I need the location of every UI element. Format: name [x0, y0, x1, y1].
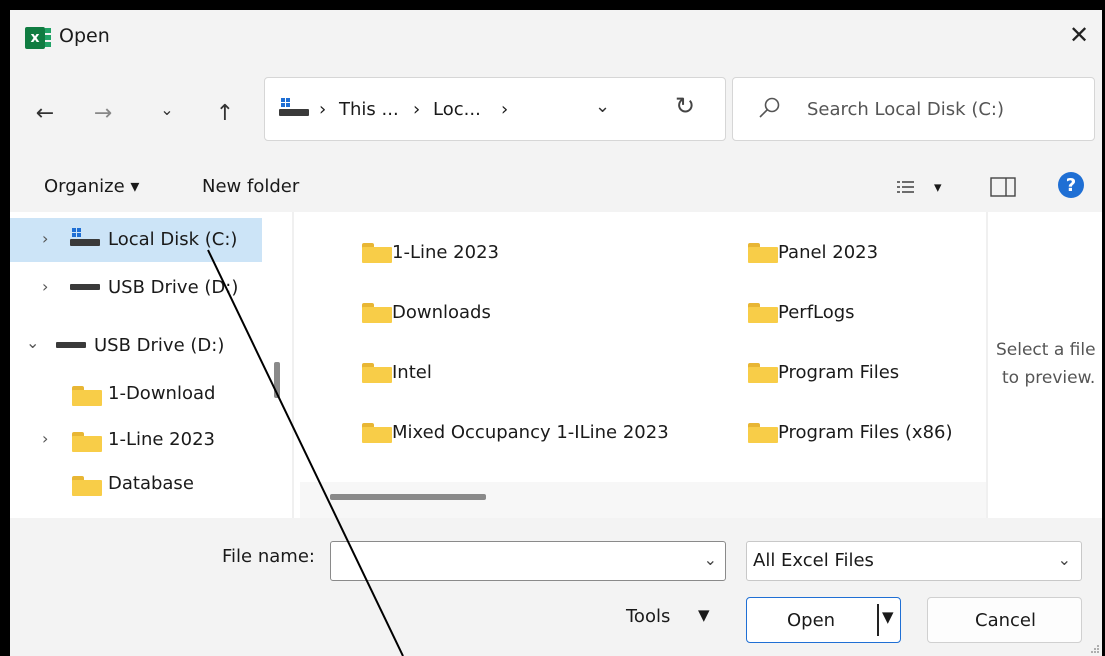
file-name: 1-Line 2023	[392, 242, 499, 263]
chevron-right-icon[interactable]: ›	[42, 277, 48, 296]
cancel-button[interactable]: Cancel	[927, 597, 1082, 643]
sidebar-item-usb-drive-d-expanded[interactable]: ⌄ USB Drive (D:)	[10, 324, 262, 368]
folder-icon	[362, 243, 392, 263]
chevron-down-icon[interactable]: ⌄	[26, 333, 39, 352]
back-button[interactable]: ←	[28, 96, 62, 130]
drive-icon	[70, 284, 100, 290]
drive-icon	[56, 342, 86, 348]
tools-dropdown-icon[interactable]: ▼	[698, 606, 710, 624]
sidebar-item-label: 1-Download	[108, 383, 216, 404]
folder-icon	[362, 303, 392, 323]
folder-icon	[748, 363, 778, 383]
sidebar-item-database[interactable]: Database	[10, 464, 262, 508]
close-button[interactable]: ✕	[1056, 10, 1102, 60]
chevron-right-icon[interactable]: ›	[42, 429, 48, 448]
open-dialog: x Open ✕ ← → ⌄ ↑ › This ... › Loc... › ⌄…	[10, 10, 1102, 656]
folder-icon	[748, 243, 778, 263]
breadcrumb-separator: ›	[413, 99, 421, 120]
breadcrumb-separator: ›	[319, 99, 327, 120]
sidebar-item-label: USB Drive (D:)	[108, 277, 239, 298]
cancel-button-label: Cancel	[975, 610, 1036, 631]
refresh-icon[interactable]: ↻	[675, 92, 695, 120]
chevron-down-icon: ⌄	[160, 99, 174, 119]
file-name: Mixed Occupancy 1-ILine 2023	[392, 422, 669, 443]
breadcrumb-separator: ›	[501, 99, 509, 120]
chevron-down-icon[interactable]: ⌄	[704, 550, 717, 569]
preview-pane-icon[interactable]	[990, 177, 1016, 197]
windows-drive-icon	[70, 228, 100, 246]
forward-button[interactable]: →	[86, 96, 120, 130]
forward-arrow-icon: →	[93, 100, 113, 126]
breadcrumb-local-disk[interactable]: Loc...	[433, 99, 481, 120]
breadcrumb-this-pc[interactable]: This ...	[339, 99, 399, 120]
search-input[interactable]: Search Local Disk (C:)	[807, 99, 1004, 120]
address-bar[interactable]: › This ... › Loc... › ⌄ ↻	[264, 77, 726, 141]
sidebar-scrollbar[interactable]	[274, 362, 280, 398]
back-arrow-icon: ←	[35, 100, 55, 126]
command-bar: Organize ▾ New folder ▾ ?	[10, 162, 1102, 212]
close-icon: ✕	[1068, 21, 1090, 49]
file-name: Program Files (x86)	[778, 422, 953, 443]
folder-icon	[72, 476, 102, 496]
up-arrow-icon: ↑	[215, 100, 235, 126]
file-name: Panel 2023	[778, 242, 879, 263]
folder-icon	[748, 303, 778, 323]
file-name: Downloads	[392, 302, 491, 323]
preview-line-2: to preview.	[1002, 368, 1096, 388]
open-button-label: Open	[787, 610, 836, 631]
sidebar-item-label: Local Disk (C:)	[108, 229, 238, 250]
file-name-input[interactable]	[339, 548, 679, 574]
chevron-right-icon[interactable]: ›	[42, 229, 48, 248]
horizontal-scrollbar[interactable]	[330, 494, 486, 500]
content-area: › Local Disk (C:) › USB Drive (D:) ⌄ USB…	[10, 212, 1102, 518]
file-type-value: All Excel Files	[753, 550, 874, 571]
preview-line-1: Select a file	[996, 340, 1096, 360]
sidebar-item-local-disk-c[interactable]: › Local Disk (C:)	[10, 218, 262, 262]
file-name-combobox[interactable]: ⌄	[330, 541, 726, 581]
folder-icon	[72, 386, 102, 406]
search-box[interactable]: Search Local Disk (C:)	[732, 77, 1095, 141]
horizontal-scroll-track	[300, 482, 986, 518]
help-icon[interactable]: ?	[1058, 172, 1084, 198]
preview-pane: Select a file to preview.	[986, 212, 1102, 518]
address-dropdown-icon[interactable]: ⌄	[595, 96, 610, 117]
open-button[interactable]: Open ▼	[746, 597, 901, 643]
sidebar-item-1-line-2023[interactable]: › 1-Line 2023	[10, 418, 262, 462]
view-options-icon[interactable]	[896, 180, 916, 196]
file-name: PerfLogs	[778, 302, 855, 323]
view-dropdown-icon[interactable]: ▾	[934, 178, 942, 196]
folder-icon	[748, 423, 778, 443]
chevron-down-icon: ⌄	[1057, 550, 1071, 569]
folder-icon	[72, 432, 102, 452]
up-button[interactable]: ↑	[208, 96, 242, 130]
navigation-pane: › Local Disk (C:) › USB Drive (D:) ⌄ USB…	[10, 212, 292, 518]
organize-menu[interactable]: Organize ▾	[44, 176, 139, 197]
sidebar-item-1-download[interactable]: 1-Download	[10, 372, 262, 416]
file-type-select[interactable]: All Excel Files ⌄	[746, 541, 1082, 581]
split-divider	[877, 604, 879, 636]
window-title: Open	[59, 25, 110, 47]
tools-button[interactable]: Tools	[626, 606, 670, 627]
folder-icon	[362, 423, 392, 443]
dialog-footer: File name: ⌄ All Excel Files ⌄ Tools ▼ O…	[10, 518, 1102, 656]
file-name: Intel	[392, 362, 432, 383]
resize-grip-icon[interactable]	[1090, 644, 1100, 654]
title-bar: x Open ✕	[10, 10, 1102, 66]
sidebar-item-usb-drive-d[interactable]: › USB Drive (D:)	[10, 266, 262, 310]
sidebar-item-label: Database	[108, 473, 194, 494]
file-list: 1-Line 2023 Downloads Intel Mixed Occupa…	[294, 212, 986, 518]
file-name: Program Files	[778, 362, 900, 383]
open-dropdown-icon[interactable]: ▼	[882, 608, 894, 626]
excel-icon: x	[25, 27, 51, 49]
new-folder-button[interactable]: New folder	[202, 176, 299, 197]
search-icon	[759, 97, 780, 118]
preview-message: Select a file to preview.	[996, 336, 1096, 392]
recent-locations-button[interactable]: ⌄	[150, 92, 184, 126]
sidebar-item-label: USB Drive (D:)	[94, 335, 225, 356]
sidebar-item-label: 1-Line 2023	[108, 429, 215, 450]
windows-drive-icon	[279, 98, 309, 116]
folder-icon	[362, 363, 392, 383]
file-name-label: File name:	[222, 546, 315, 567]
navigation-bar: ← → ⌄ ↑ › This ... › Loc... › ⌄ ↻ Search…	[10, 66, 1102, 162]
